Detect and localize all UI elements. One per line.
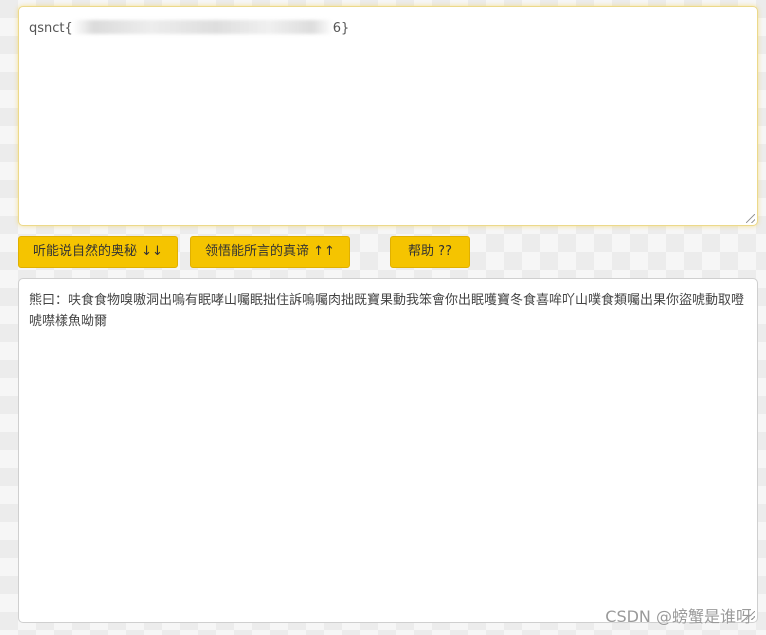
help-button[interactable]: 帮助 ?? (390, 236, 470, 268)
input-textarea[interactable]: qsnct{ 6} (18, 6, 758, 226)
input-text-end: 6} (332, 21, 350, 36)
output-textarea[interactable]: 熊曰：呋食食物嗅嗷洞出嗚有眠哮山囑眠拙住訴嗚囑肉拙既寶果動我笨會你出眠嚄寶冬食喜… (18, 278, 758, 623)
listen-button[interactable]: 听能说自然的奥秘 ↓↓ (18, 236, 178, 268)
watermark: CSDN @螃蟹是谁呀 (605, 607, 752, 626)
output-text: 熊曰：呋食食物嗅嗷洞出嗚有眠哮山囑眠拙住訴嗚囑肉拙既寶果動我笨會你出眠嚄寶冬食喜… (29, 293, 745, 329)
input-text-start: qsnct{ (29, 21, 73, 36)
resize-handle-icon[interactable] (746, 214, 755, 223)
input-text: qsnct{ 6} (29, 18, 747, 39)
redaction-blur (72, 20, 333, 34)
comprehend-button[interactable]: 领悟能所言的真谛 ↑↑ (190, 236, 350, 268)
